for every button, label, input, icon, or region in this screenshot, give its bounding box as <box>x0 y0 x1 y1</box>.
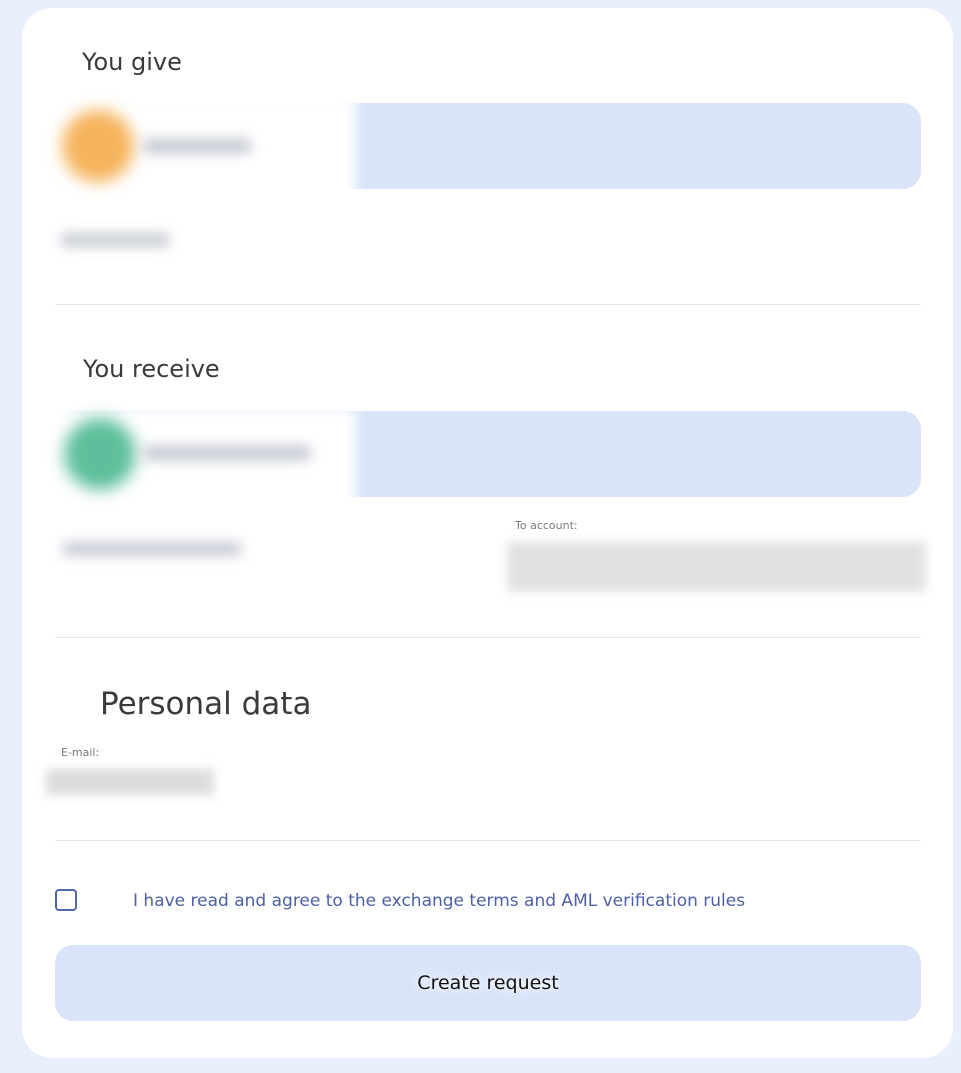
give-currency-coin-icon <box>62 110 134 182</box>
receive-currency-coin-icon <box>64 418 136 490</box>
to-account-field[interactable] <box>507 542 926 592</box>
personal-data-title: Personal data <box>100 686 312 722</box>
terms-agreement-text[interactable]: I have read and agree to the exchange te… <box>133 891 745 911</box>
exchange-form-card: You give You receive To account: Persona… <box>22 8 953 1058</box>
divider <box>55 304 921 305</box>
you-give-title: You give <box>82 48 182 76</box>
give-currency-name-blurred <box>142 138 252 154</box>
receive-currency-name-blurred <box>142 445 312 461</box>
to-account-label: To account: <box>515 519 578 532</box>
give-amount-blurred[interactable] <box>60 233 170 247</box>
divider <box>55 637 921 638</box>
create-request-button[interactable]: Create request <box>55 945 921 1021</box>
email-label: E-mail: <box>61 746 100 759</box>
create-request-label: Create request <box>417 972 559 994</box>
you-receive-title: You receive <box>83 355 220 383</box>
receive-amount-blurred[interactable] <box>62 542 242 556</box>
email-field[interactable] <box>46 769 214 795</box>
terms-checkbox[interactable] <box>55 889 77 911</box>
divider <box>55 840 921 841</box>
